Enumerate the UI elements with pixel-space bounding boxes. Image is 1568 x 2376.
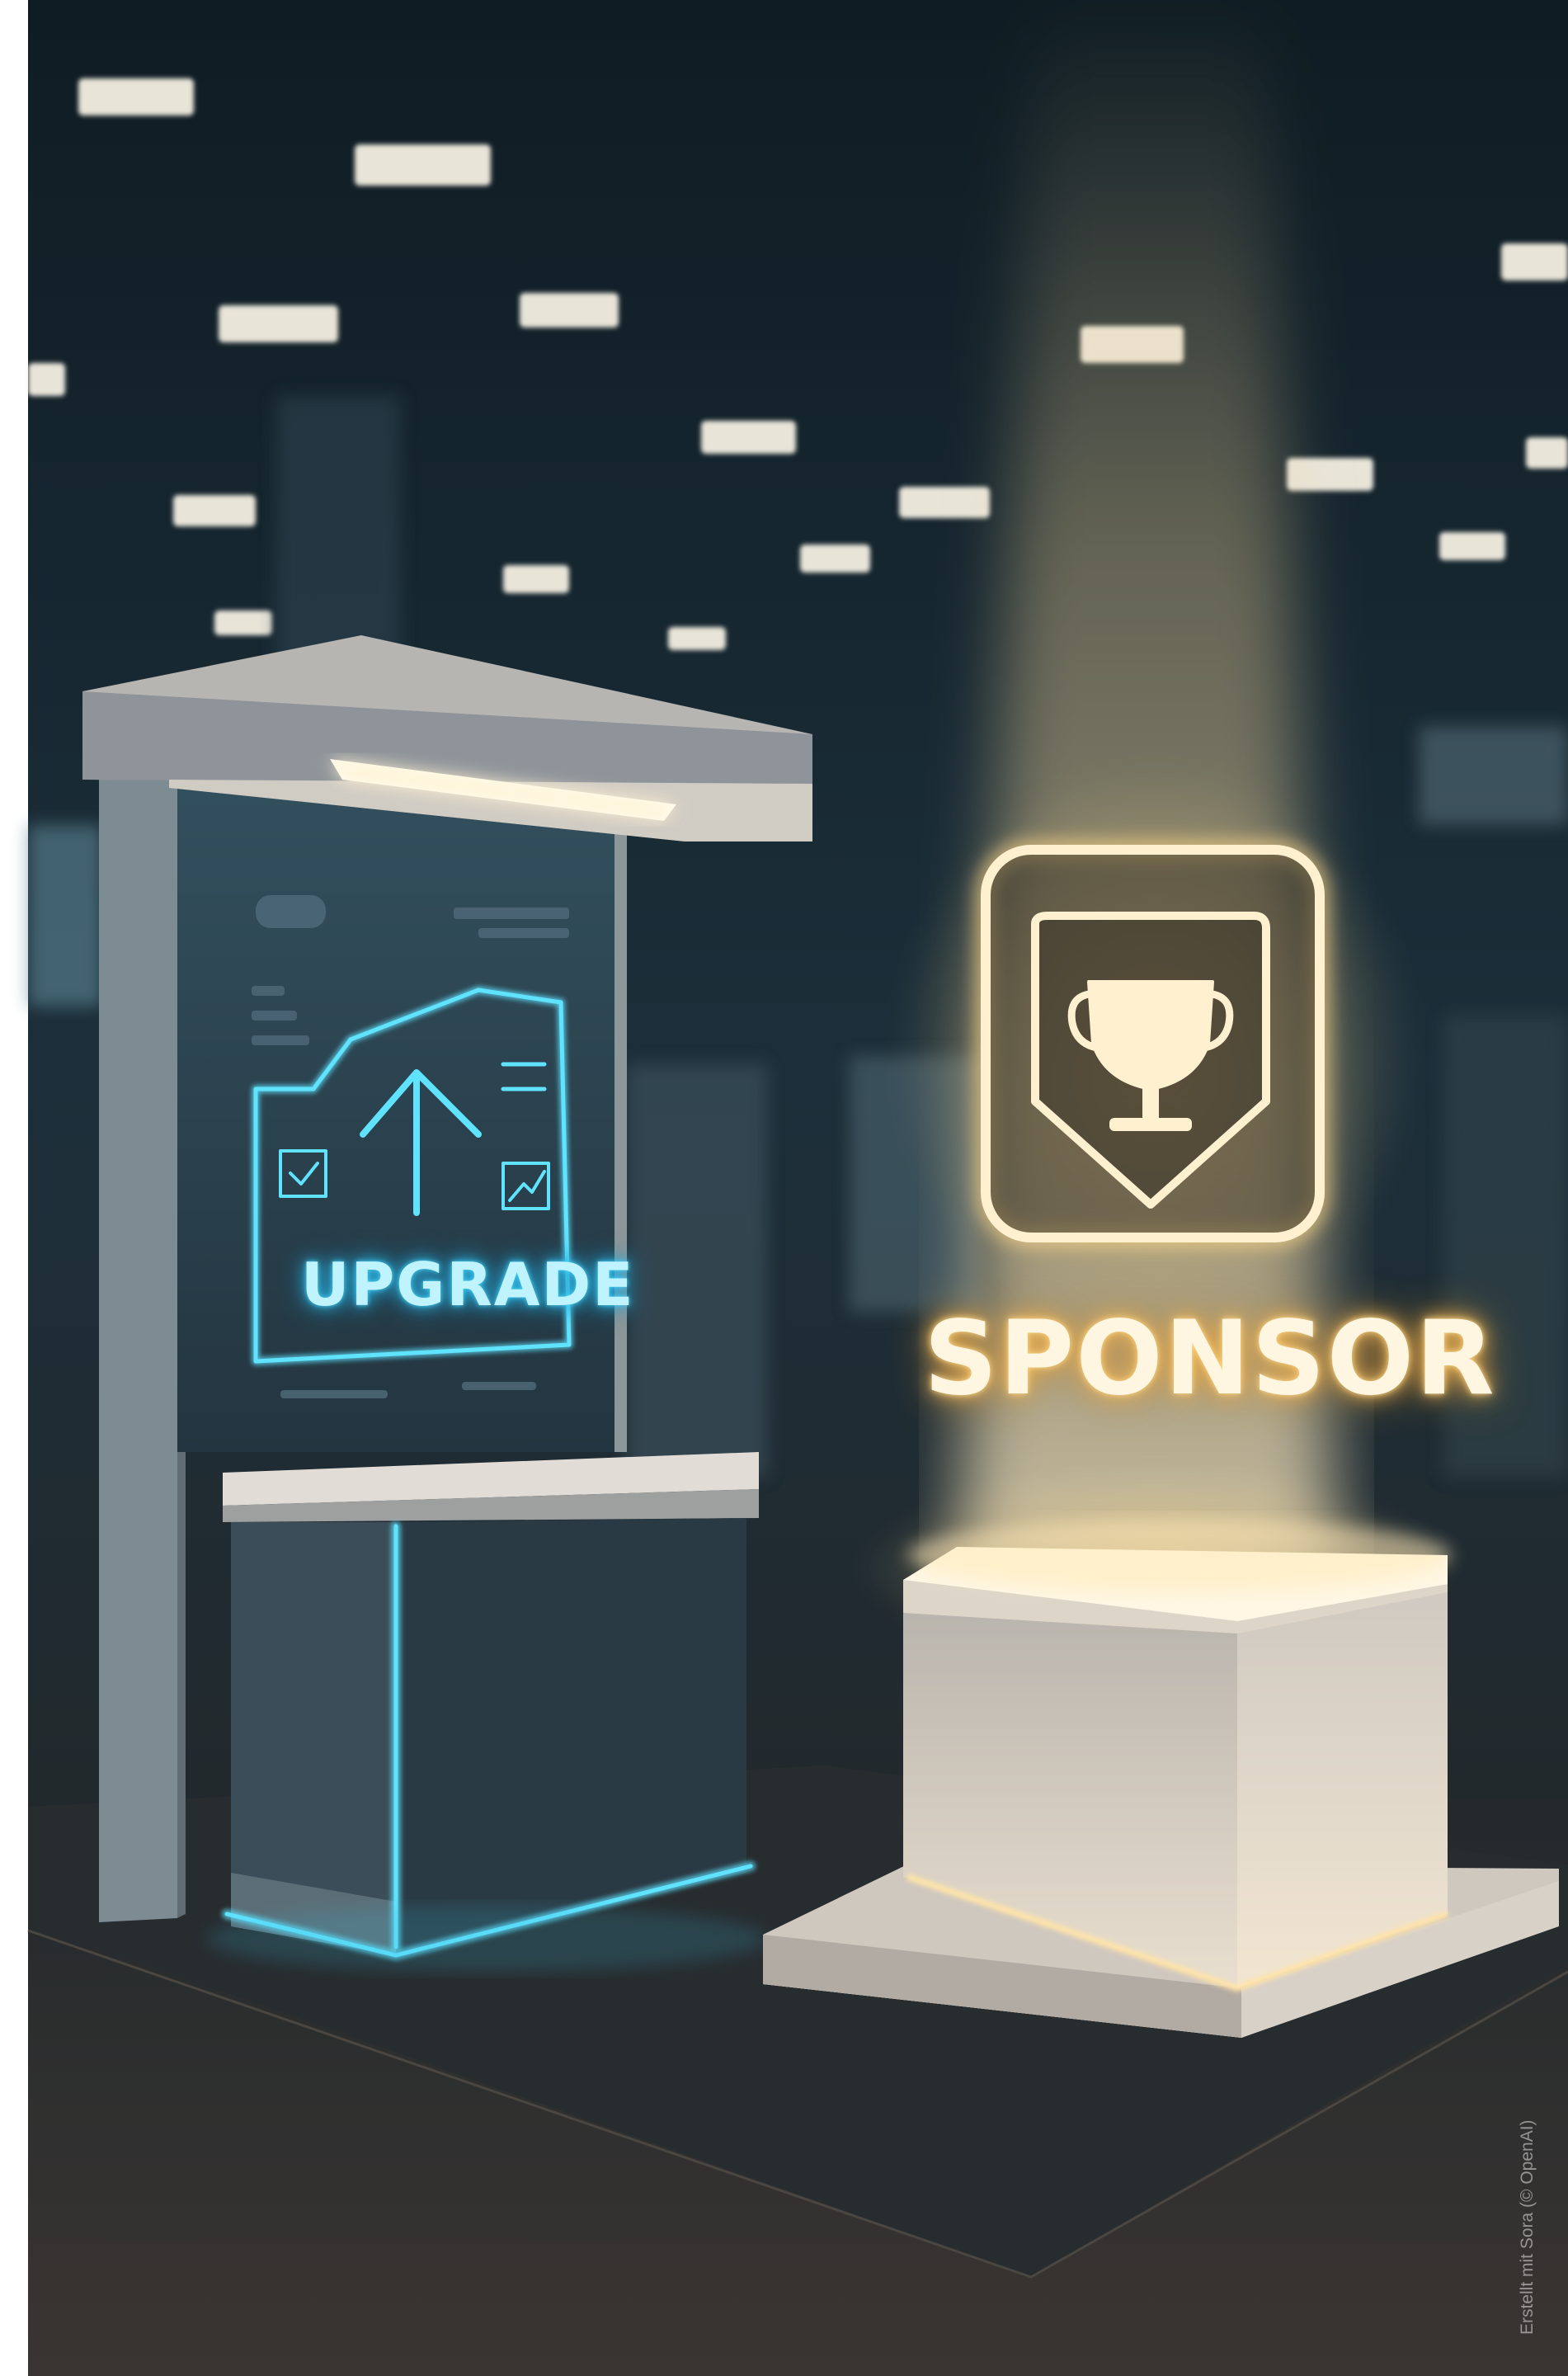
scene-illustration [0, 0, 1568, 2376]
image-credit: Erstellt mit Sora (© OpenAI) [1518, 2119, 1537, 2335]
trade-fair-scene: UPGRADE SPONSOR Erstellt mit Sora (© Ope… [0, 0, 1568, 2376]
sponsor-sign-text: SPONSOR [924, 1299, 1496, 1418]
upgrade-sign-text: UPGRADE [301, 1250, 635, 1319]
trophy-badge-icon [975, 839, 1330, 1248]
